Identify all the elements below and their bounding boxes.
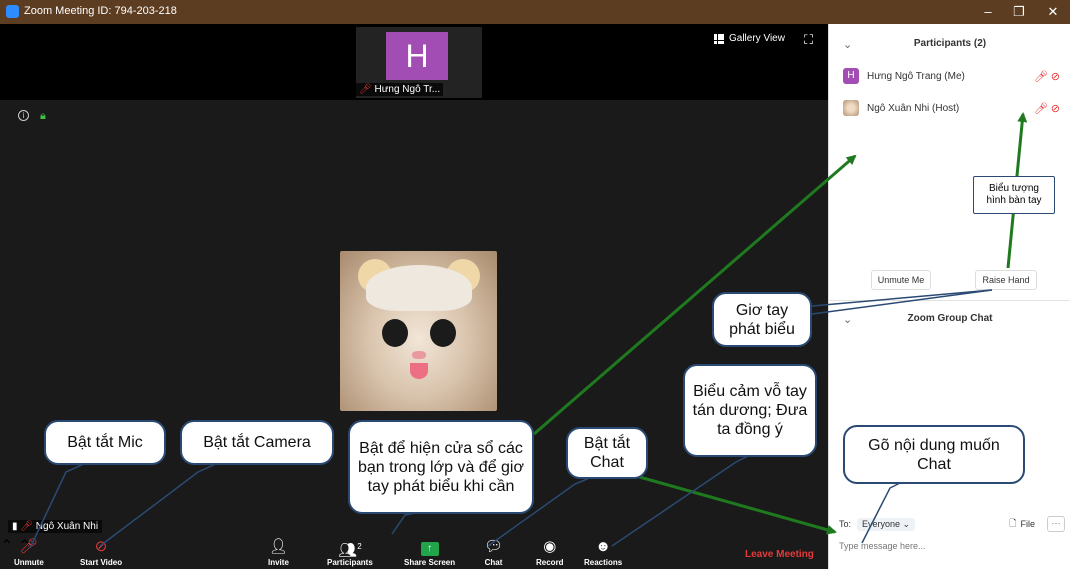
participants-button[interactable]: 👥︎2 Participants xyxy=(327,538,373,569)
window-title: Zoom Meeting ID: 794-203-218 xyxy=(24,5,177,17)
muted-mic-icon: 🎤︎ xyxy=(359,84,372,95)
thumbnail-avatar: H xyxy=(386,32,448,80)
lock-icon[interactable]: 🔒︎ xyxy=(40,110,46,123)
share-screen-icon: ↑ xyxy=(420,542,439,556)
participant-name: Ngô Xuân Nhi (Host) xyxy=(867,102,960,114)
thumbnail-strip: H 🎤︎ Hưng Ngô Tr... Gallery View ⛶ xyxy=(0,24,828,100)
callout-type-chat: Gõ nội dung muốn Chat xyxy=(843,425,1025,484)
unmute-button[interactable]: 🎤︎ Unmute xyxy=(14,538,44,569)
video-off-icon: ⊘ xyxy=(94,538,108,555)
chat-button[interactable]: 💬︎ Chat xyxy=(484,538,503,569)
unmute-me-button[interactable]: Unmute Me xyxy=(871,270,931,290)
participant-row[interactable]: H Hưng Ngô Trang (Me) 🎤︎⊘ xyxy=(843,66,1063,86)
more-options-button[interactable]: ··· xyxy=(1047,516,1065,532)
grid-icon xyxy=(714,33,724,44)
muted-mic-video-off-icon: 🎤︎⊘ xyxy=(1033,102,1063,115)
zoom-app-icon xyxy=(6,5,19,18)
add-person-icon: 👤︎ xyxy=(268,538,288,555)
minimize-button[interactable]: – xyxy=(973,3,1003,21)
callout-chat: Bật tắt Chat xyxy=(566,427,648,479)
chat-label: Chat xyxy=(484,558,503,567)
unmute-label: Unmute xyxy=(14,558,44,567)
invite-label: Invite xyxy=(268,558,289,567)
close-button[interactable]: ✕ xyxy=(1038,3,1068,21)
participant-avatar xyxy=(843,100,859,116)
raise-hand-button[interactable]: Raise Hand xyxy=(975,270,1037,290)
record-button[interactable]: ◉ Record xyxy=(536,538,564,569)
record-icon: ◉ xyxy=(543,538,557,555)
side-panel: ⌄ Participants (2) H Hưng Ngô Trang (Me)… xyxy=(828,24,1070,569)
callout-reactions: Biểu cảm vỗ tay tán dương; Đưa ta đồng ý xyxy=(683,364,817,457)
smiley-icon: ☻ xyxy=(595,538,612,555)
file-button[interactable]: 🗋 File xyxy=(1009,516,1035,532)
info-icon[interactable]: i xyxy=(18,110,29,121)
chat-message-input[interactable] xyxy=(839,537,1063,555)
gallery-view-label: Gallery View xyxy=(729,33,785,44)
participants-header: ⌄ Participants (2) xyxy=(829,24,1070,62)
leave-meeting-button[interactable]: Leave Meeting xyxy=(745,549,814,560)
file-icon: 🗋 xyxy=(1009,518,1017,528)
restore-button[interactable]: ❐ xyxy=(1004,3,1034,21)
gallery-view-button[interactable]: Gallery View xyxy=(714,33,785,44)
self-name-label: ▮ 🎤︎ Ngô Xuân Nhi xyxy=(8,520,103,533)
thumbnail-name-text: Hưng Ngô Tr... xyxy=(374,84,441,95)
title-bar: Zoom Meeting ID: 794-203-218 – ❐ ✕ xyxy=(0,0,1070,24)
chat-bubble-icon: 💬︎ xyxy=(484,538,504,555)
share-screen-label: Share Screen xyxy=(404,558,456,567)
callout-participants: Bật để hiện cửa sổ các bạn trong lớp và … xyxy=(348,420,534,514)
invite-button[interactable]: 👤︎ Invite xyxy=(268,538,289,569)
signal-icon: ▮ xyxy=(12,521,18,532)
participant-name: Hưng Ngô Trang (Me) xyxy=(867,70,965,82)
callout-camera: Bật tắt Camera xyxy=(180,420,334,465)
self-name-text: Ngô Xuân Nhi xyxy=(35,521,99,532)
callout-mic: Bật tắt Mic xyxy=(44,420,166,465)
fullscreen-icon[interactable]: ⛶ xyxy=(804,32,813,48)
participant-video-cat-image xyxy=(340,251,497,411)
muted-mic-video-off-icon: 🎤︎⊘ xyxy=(1033,70,1063,83)
thumbnail-name: 🎤︎ Hưng Ngô Tr... xyxy=(356,83,444,96)
participants-icon: 👥︎2 xyxy=(338,542,362,559)
participant-avatar: H xyxy=(843,68,859,84)
chat-title: Zoom Group Chat xyxy=(907,313,993,324)
participant-row[interactable]: Ngô Xuân Nhi (Host) 🎤︎⊘ xyxy=(843,98,1063,118)
reactions-label: Reactions xyxy=(584,558,623,567)
record-label: Record xyxy=(536,558,564,567)
recipient-value: Everyone xyxy=(862,518,901,529)
participant-thumbnail[interactable]: H 🎤︎ Hưng Ngô Tr... xyxy=(356,27,482,98)
meeting-toolbar: 🎤︎ Unmute ⌃ ⊘ Start Video ⌃ 👤︎ Invite 👥︎… xyxy=(0,536,828,569)
muted-mic-icon: 🎤︎ xyxy=(20,521,33,532)
participants-count: 2 xyxy=(357,542,362,551)
recipient-dropdown[interactable]: Everyone ⌄ xyxy=(857,517,916,531)
participants-title: Participants (2) xyxy=(913,38,987,49)
start-video-button[interactable]: ⊘ Start Video xyxy=(80,538,122,569)
audio-options-chevron-icon[interactable]: ⌃ xyxy=(0,538,13,555)
start-video-label: Start Video xyxy=(80,558,123,567)
to-label: To: xyxy=(839,519,852,529)
panel-divider xyxy=(829,300,1070,301)
file-label: File xyxy=(1020,519,1035,529)
callout-hand-icon: Biểu tượng hình bàn tay xyxy=(973,176,1055,214)
muted-mic-icon: 🎤︎ xyxy=(19,538,39,555)
share-screen-button[interactable]: ↑ Share Screen xyxy=(404,538,455,569)
callout-raise-hand: Giơ tay phát biểu xyxy=(712,292,812,347)
participants-label: Participants xyxy=(327,558,373,567)
chat-recipient-row: To: Everyone ⌄ 🗋 File ··· xyxy=(839,515,1065,533)
reactions-button[interactable]: ☻ Reactions xyxy=(584,538,622,569)
